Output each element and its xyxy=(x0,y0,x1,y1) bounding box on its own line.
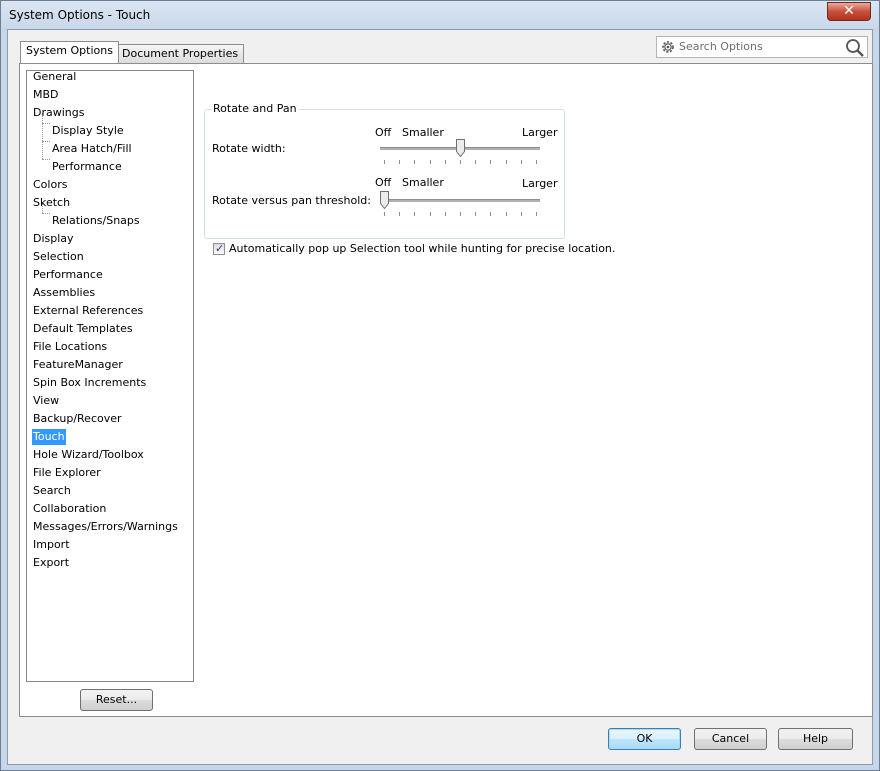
tree-item-spin-box-increments[interactable]: Spin Box Increments xyxy=(32,375,147,391)
tree-item-drawings-performance[interactable]: Performance xyxy=(51,159,123,175)
close-icon: ✕ xyxy=(843,3,855,19)
slider-tick xyxy=(536,212,537,216)
system-options-window: System Options - Touch ✕ System Options … xyxy=(0,0,880,771)
tree-item-search[interactable]: Search xyxy=(32,483,72,499)
threshold-label: Rotate versus pan threshold: xyxy=(212,194,371,207)
slider-tick xyxy=(475,160,476,164)
gear-icon[interactable] xyxy=(660,39,676,58)
threshold-min-label: Smaller xyxy=(402,176,444,189)
tree-item-external-references[interactable]: External References xyxy=(32,303,144,319)
rotate-width-slider[interactable] xyxy=(380,138,540,166)
title-bar[interactable]: System Options - Touch ✕ xyxy=(1,1,879,29)
tree-item-area-hatch-fill[interactable]: Area Hatch/Fill xyxy=(51,141,133,157)
search-options-box[interactable]: Search Options xyxy=(656,36,868,58)
check-icon: ✓ xyxy=(215,242,225,255)
tab-document-properties-label: Document Properties xyxy=(122,47,239,60)
tree-item-performance[interactable]: Performance xyxy=(32,267,104,283)
slider-tick xyxy=(430,212,431,216)
slider-tick xyxy=(430,160,431,164)
tree-item-relations-snaps[interactable]: Relations/Snaps xyxy=(51,213,141,229)
tree-item-colors[interactable]: Colors xyxy=(32,177,68,193)
threshold-track[interactable] xyxy=(380,199,540,203)
tree-item-collaboration[interactable]: Collaboration xyxy=(32,501,107,517)
dialog-client: System Options Document Properties Searc… xyxy=(7,29,873,765)
threshold-thumb[interactable] xyxy=(380,191,389,209)
slider-tick xyxy=(475,212,476,216)
tree-item-mbd[interactable]: MBD xyxy=(32,87,60,103)
cancel-button[interactable]: Cancel xyxy=(694,728,767,750)
window-title: System Options - Touch xyxy=(9,8,151,22)
rotate-width-thumb[interactable] xyxy=(456,139,465,157)
tree-item-view[interactable]: View xyxy=(32,393,60,409)
tree-item-display[interactable]: Display xyxy=(32,231,75,247)
tree-item-sketch[interactable]: Sketch xyxy=(32,195,71,211)
tree-connector xyxy=(42,141,50,142)
tab-document-properties[interactable]: Document Properties xyxy=(116,44,245,63)
tree-item-assemblies[interactable]: Assemblies xyxy=(32,285,96,301)
tree-connector xyxy=(42,213,50,214)
threshold-off-label: Off xyxy=(375,176,392,189)
threshold-slider[interactable] xyxy=(380,190,540,218)
tree-connector xyxy=(42,159,50,160)
slider-tick xyxy=(414,160,415,164)
slider-tick xyxy=(506,160,507,164)
slider-tick xyxy=(521,212,522,216)
slider-tick xyxy=(460,212,461,216)
slider-tick xyxy=(445,160,446,164)
tree-item-file-explorer[interactable]: File Explorer xyxy=(32,465,102,481)
slider-tick xyxy=(445,212,446,216)
slider-tick xyxy=(521,160,522,164)
search-icon[interactable] xyxy=(845,38,865,61)
rotate-width-label: Rotate width: xyxy=(212,142,286,155)
tree-connector xyxy=(42,123,50,124)
tree-item-general[interactable]: General xyxy=(32,69,77,85)
tree-item-touch[interactable]: Touch xyxy=(32,429,66,445)
tree-item-messages-errors-warnings[interactable]: Messages/Errors/Warnings xyxy=(32,519,179,535)
slider-tick xyxy=(399,160,400,164)
tree-item-export[interactable]: Export xyxy=(32,555,70,571)
tree-item-default-templates[interactable]: Default Templates xyxy=(32,321,134,337)
slider-tick xyxy=(506,212,507,216)
tree-item-display-style[interactable]: Display Style xyxy=(51,123,125,139)
tab-system-options[interactable]: System Options xyxy=(20,41,119,63)
slider-tick xyxy=(384,212,385,216)
options-tree[interactable]: General MBD Drawings Display Style Area … xyxy=(26,70,194,682)
tab-system-options-label: System Options xyxy=(26,44,113,57)
ok-button[interactable]: OK xyxy=(608,728,681,750)
rotate-and-pan-group: Rotate and Pan Off Smaller Larger Rotate… xyxy=(204,102,565,239)
search-input[interactable]: Search Options xyxy=(679,40,763,53)
close-button[interactable]: ✕ xyxy=(827,2,871,21)
rotate-and-pan-title: Rotate and Pan xyxy=(211,102,299,115)
tree-item-import[interactable]: Import xyxy=(32,537,71,553)
slider-tick xyxy=(490,212,491,216)
slider-tick xyxy=(384,160,385,164)
help-button[interactable]: Help xyxy=(778,728,853,750)
tree-item-drawings[interactable]: Drawings xyxy=(32,105,85,121)
tree-item-featuremanager[interactable]: FeatureManager xyxy=(32,357,124,373)
slider-tick xyxy=(460,160,461,164)
auto-popup-checkbox[interactable]: ✓ xyxy=(213,242,225,255)
slider-tick xyxy=(490,160,491,164)
slider-tick xyxy=(399,212,400,216)
options-panel: General MBD Drawings Display Style Area … xyxy=(19,63,873,717)
tree-item-backup-recover[interactable]: Backup/Recover xyxy=(32,411,123,427)
reset-button[interactable]: Reset... xyxy=(80,689,153,711)
tree-item-file-locations[interactable]: File Locations xyxy=(32,339,108,355)
threshold-max-label: Larger xyxy=(522,177,558,190)
auto-popup-label[interactable]: Automatically pop up Selection tool whil… xyxy=(229,242,615,255)
tree-item-selection[interactable]: Selection xyxy=(32,249,85,265)
slider-tick xyxy=(414,212,415,216)
slider-tick xyxy=(536,160,537,164)
tree-item-hole-wizard-toolbox[interactable]: Hole Wizard/Toolbox xyxy=(32,447,145,463)
